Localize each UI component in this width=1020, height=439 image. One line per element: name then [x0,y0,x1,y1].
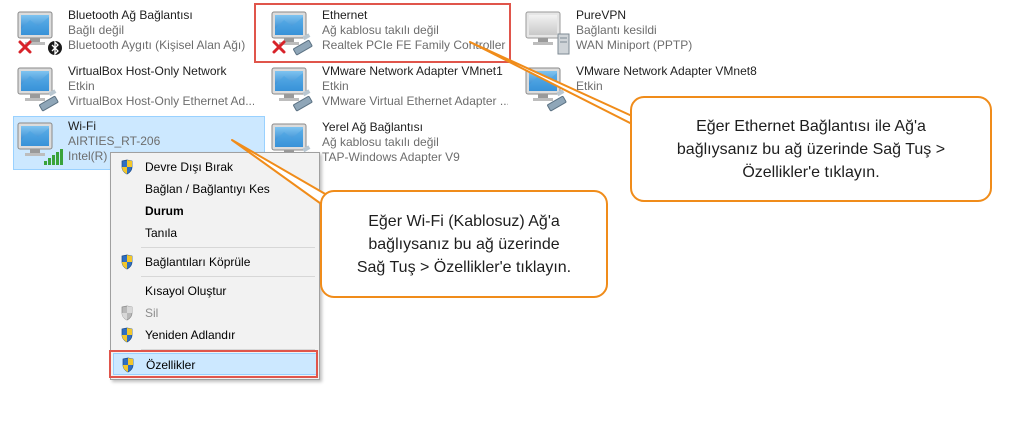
callout-line: Eğer Wi-Fi (Kablosuz) Ağ'a [368,213,560,230]
callout-ethernet: Eğer Ethernet Bağlantısı ile Ağ'a bağlıy… [630,96,992,202]
callout-line: Özellikler'e tıklayın. [742,164,880,181]
callout-line: Eğer Ethernet Bağlantısı ile Ağ'a [696,118,926,135]
callout-line: Sağ Tuş > Özellikler'e tıklayın. [356,259,572,276]
callout-line: bağlıysanız bu ağ üzerinde Sağ Tuş > [676,141,946,158]
callout-line: bağlıysanız bu ağ üzerinde [368,236,560,253]
callout-wifi: Eğer Wi-Fi (Kablosuz) Ağ'a bağlıysanız b… [320,190,608,298]
